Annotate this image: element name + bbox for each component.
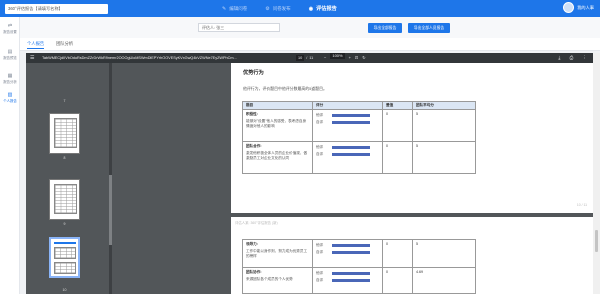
zoom-out-icon[interactable]: − <box>324 53 326 63</box>
thumbnail-label: 7 <box>63 99 66 103</box>
tab-personal-report[interactable]: 个人报告 <box>27 40 45 49</box>
pdf-page: 评估人某: 360°评估报告 (新) 领导力: 工作中能以身作则，努力成为优秀员工… <box>231 217 594 294</box>
page-input[interactable]: 10 <box>296 55 305 61</box>
pdf-filename: TabWMECjdIIVbOduRsDmZZrDrWkR9nemr2OOOgUl… <box>42 56 237 60</box>
table-row: 团队协作: 来源团队各个成员的个人优势 他评 自评 0 4.69 <box>242 267 476 294</box>
evaluator-select[interactable]: 评估人: 张三 <box>198 23 280 32</box>
zoom-controls: − 100% + ⊡ ↻ <box>324 53 370 63</box>
score-bar <box>332 145 370 150</box>
table-row: 团队合作: 激发他积极全体人员的企业价值观，做激励员工对企业文化的认同 他评 自评… <box>242 141 476 174</box>
col-header: 差值 <box>382 101 413 110</box>
edit-icon: ✎ <box>222 5 227 12</box>
table-row: 积极性: 能够对"设置"他人的感受，表考虑自身情绪对他人的影响 他评 自评 0 5 <box>242 109 476 142</box>
thumbnail-label: 9 <box>63 222 66 226</box>
score-bar <box>332 250 370 255</box>
score-bar <box>332 278 370 283</box>
sidebar: ⇄ 报告设置 ▤ 报告预览 ▦ 报告分析 ▥ 个人报告 <box>0 17 20 294</box>
download-icon[interactable]: ⤓ <box>558 55 560 60</box>
avatar <box>563 2 575 13</box>
thumbnail-page-selected[interactable] <box>49 237 80 278</box>
step-nav: ✎ 编辑问卷 ⚙ 问卷发布 ◉ 评估报告 <box>222 0 355 17</box>
export-all-button[interactable]: 导出全部人员报告 <box>408 23 450 33</box>
sidebar-item-report-config[interactable]: ⇄ 报告设置 <box>0 23 20 34</box>
sidebar-item-personal-report[interactable]: ▥ 个人报告 <box>0 92 20 103</box>
step-publish[interactable]: ⚙ 问卷发布 <box>265 6 290 12</box>
top-bar: 360°评估报告【请填写名称】 ✎ 编辑问卷 ⚙ 问卷发布 ◉ 评估报告 我的人事 <box>0 0 600 17</box>
score-bar <box>332 271 370 276</box>
thumbnail-label: 10 <box>62 288 67 292</box>
report-tabs: 个人报告 团队分析 <box>20 38 600 51</box>
table-row: 领导力: 工作中能以身作则，努力成为优秀员工的榜样 他评 自评 0 5 <box>242 239 476 268</box>
thumbnail-page[interactable] <box>49 113 80 154</box>
step-report[interactable]: ◉ 评估报告 <box>308 5 337 13</box>
col-header: 题目 <box>242 101 313 110</box>
tab-team-analysis[interactable]: 团队分析 <box>56 40 73 48</box>
user-menu[interactable]: 我的人事 <box>563 2 594 13</box>
page-header: 评估人某: 360°评估报告 (新) <box>235 221 278 225</box>
pdf-actions: ⤓ ⎙ ⋮ <box>550 53 587 63</box>
score-bar <box>332 113 370 118</box>
gear-icon: ⚙ <box>265 5 270 12</box>
thumbnail-label: 8 <box>63 156 66 160</box>
step-edit[interactable]: ✎ 编辑问卷 <box>222 6 247 12</box>
print-icon[interactable]: ⎙ <box>570 55 574 60</box>
user-name: 我的人事 <box>577 4 594 10</box>
zoom-in-icon[interactable]: + <box>349 53 351 63</box>
thumbnail-page[interactable] <box>49 179 80 220</box>
score-bar <box>332 152 370 157</box>
report-icon: ◉ <box>308 5 314 12</box>
pdf-page: 优势行为 他评行为，评价题目中他评分数最高的5道题目。 题目 评分 差值 团队平… <box>231 63 594 213</box>
page-footer: 10 / 11 <box>576 203 587 207</box>
personal-report-icon: ▥ <box>7 92 13 98</box>
menu-icon[interactable]: ☰ <box>30 53 34 63</box>
page-total: 11 <box>309 56 314 60</box>
toolbar: 评估人: 张三 导出全部报告 导出全部人员报告 <box>20 17 600 38</box>
thumbnail-panel: 7 8 9 10 <box>26 63 112 294</box>
score-bar <box>332 120 370 125</box>
score-bar <box>332 243 370 248</box>
behavior-table: 领导力: 工作中能以身作则，努力成为优秀员工的榜样 他评 自评 0 5 团队协作:… <box>242 239 476 294</box>
report-analysis-icon: ▦ <box>7 73 13 79</box>
pdf-toolbar: ☰ TabWMECjdIIVbOduRsDmZZrDrWkR9nemr2OOOg… <box>26 53 593 63</box>
report-preview-icon: ▤ <box>7 49 13 55</box>
fit-page-icon[interactable]: ⊡ <box>355 53 358 63</box>
sidebar-item-report-analysis[interactable]: ▦ 报告分析 <box>0 73 20 84</box>
export-button[interactable]: 导出全部报告 <box>368 23 402 33</box>
zoom-value[interactable]: 100% <box>330 53 345 59</box>
more-icon[interactable]: ⋮ <box>583 55 588 60</box>
page-indicator: 10 /11 <box>296 55 314 61</box>
section-title: 优势行为 <box>243 70 264 76</box>
title-input[interactable]: 360°评估报告【请填写名称】 <box>5 4 108 14</box>
col-header: 评分 <box>312 101 383 110</box>
col-header: 团队平均分 <box>412 101 476 110</box>
rotate-icon[interactable]: ↻ <box>362 53 365 63</box>
behavior-table: 题目 评分 差值 团队平均分 积极性: 能够对"设置"他人的感受，表考虑自身情绪对… <box>242 101 476 174</box>
report-config-icon: ⇄ <box>7 23 13 29</box>
page-scrollbar[interactable] <box>593 53 600 294</box>
section-intro: 他评行为，评价题目中他评分数最高的5道题目。 <box>243 86 327 91</box>
sidebar-item-report-preview[interactable]: ▤ 报告预览 <box>0 49 20 60</box>
